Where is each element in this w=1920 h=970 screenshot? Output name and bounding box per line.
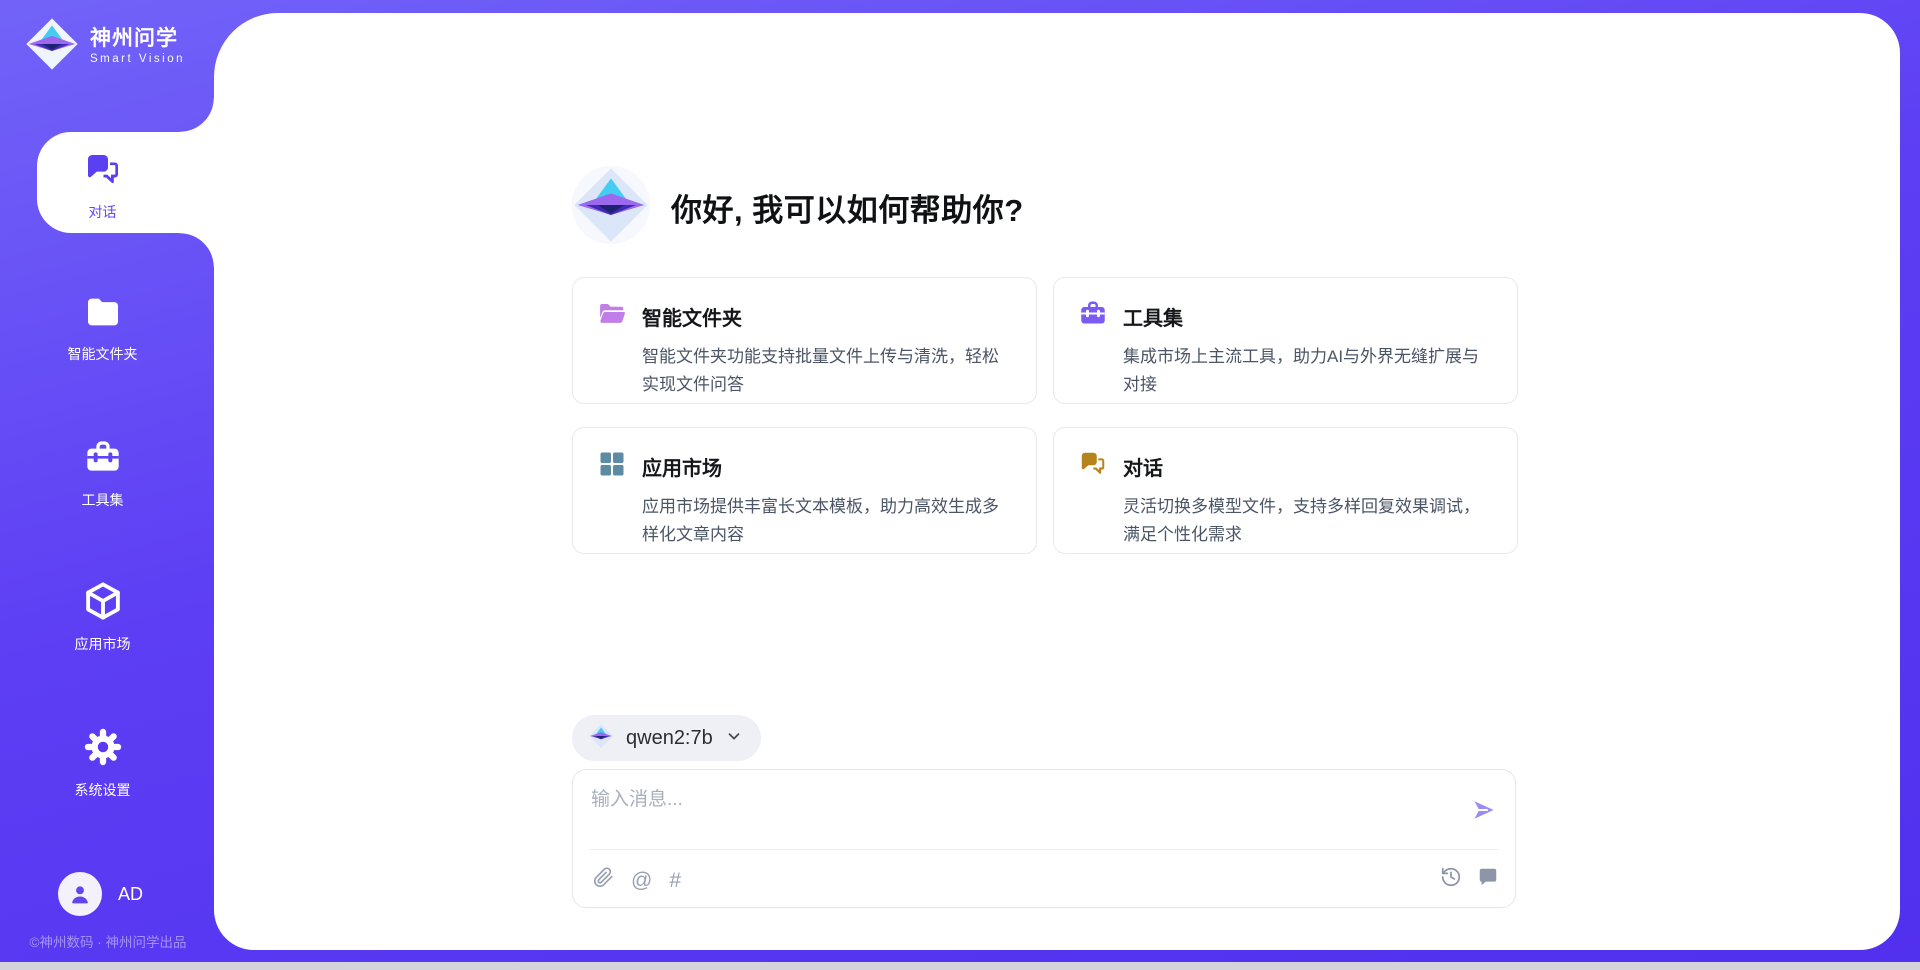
feature-cards: 智能文件夹 智能文件夹功能支持批量文件上传与清洗，轻松实现文件问答 工具集 集成…: [572, 277, 1518, 554]
history-button[interactable]: [1440, 866, 1462, 894]
horizontal-scrollbar[interactable]: [0, 962, 1920, 970]
card-smart-folder[interactable]: 智能文件夹 智能文件夹功能支持批量文件上传与清洗，轻松实现文件问答: [572, 277, 1037, 404]
avatar: [58, 872, 102, 916]
folder-icon: [83, 292, 123, 335]
mention-button[interactable]: @: [631, 869, 652, 893]
card-description: 应用市场提供丰富长文本模板，助力高效生成多样化文章内容: [642, 493, 1008, 548]
model-selector[interactable]: qwen2:7b: [572, 715, 761, 761]
card-title: 应用市场: [642, 452, 722, 481]
message-composer: @ #: [572, 769, 1516, 908]
paperclip-icon: [593, 867, 614, 894]
sidebar-item-chat[interactable]: 对话: [0, 150, 205, 222]
sidebar-item-label: 应用市场: [75, 634, 131, 654]
brand-subtitle: Smart Vision: [90, 53, 185, 66]
briefcase-icon: [1078, 299, 1108, 334]
topic-button[interactable]: #: [669, 869, 681, 893]
new-chat-button[interactable]: [1477, 866, 1499, 894]
card-description: 灵活切换多模型文件，支持多样回复效果调试，满足个性化需求: [1123, 493, 1489, 548]
briefcase-icon: [83, 438, 123, 481]
history-clock-icon: [1440, 866, 1462, 894]
card-chat[interactable]: 对话 灵活切换多模型文件，支持多样回复效果调试，满足个性化需求: [1053, 427, 1518, 554]
greeting-block: 你好, 我可以如何帮助你?: [571, 163, 1024, 252]
chat-bubbles-icon: [1078, 449, 1108, 484]
sidebar: 神州问学 Smart Vision 对话 智能文件夹: [0, 0, 214, 970]
sidebar-item-label: 工具集: [82, 490, 124, 510]
sidebar-item-app-market[interactable]: 应用市场: [0, 580, 205, 654]
chevron-down-icon: [725, 727, 743, 750]
folder-open-icon: [597, 299, 627, 334]
send-button[interactable]: [1469, 795, 1499, 825]
grid-icon: [597, 449, 627, 484]
comment-icon: [1477, 866, 1499, 894]
gear-icon: [82, 726, 124, 771]
hash-icon: #: [669, 869, 681, 893]
brand-name: 神州问学: [90, 27, 185, 50]
copyright-text: ©神州数码 · 神州问学出品: [12, 931, 204, 951]
card-title: 对话: [1123, 452, 1163, 481]
sidebar-item-smart-folder[interactable]: 智能文件夹: [0, 292, 205, 364]
card-description: 智能文件夹功能支持批量文件上传与清洗，轻松实现文件问答: [642, 343, 1008, 398]
user-profile[interactable]: AD: [58, 872, 143, 916]
assistant-diamond-icon: [571, 163, 651, 252]
chat-bubbles-icon: [83, 150, 123, 193]
brand-logo: 神州问学 Smart Vision: [24, 16, 185, 77]
sidebar-item-label: 系统设置: [75, 780, 131, 800]
cube-icon: [82, 580, 124, 625]
card-app-market[interactable]: 应用市场 应用市场提供丰富长文本模板，助力高效生成多样化文章内容: [572, 427, 1037, 554]
model-name: qwen2:7b: [626, 727, 713, 750]
sidebar-item-label: 对话: [89, 202, 117, 222]
at-sign-icon: @: [631, 869, 652, 893]
brand-diamond-icon: [24, 16, 80, 77]
card-description: 集成市场上主流工具，助力AI与外界无缝扩展与对接: [1123, 343, 1489, 398]
message-input[interactable]: [591, 784, 1451, 842]
card-title: 工具集: [1123, 302, 1183, 331]
sidebar-item-label: 智能文件夹: [68, 344, 138, 364]
sidebar-item-settings[interactable]: 系统设置: [0, 726, 205, 800]
greeting-title: 你好, 我可以如何帮助你?: [671, 185, 1024, 230]
card-title: 智能文件夹: [642, 302, 742, 331]
sidebar-item-toolset[interactable]: 工具集: [0, 438, 205, 510]
composer-divider: [589, 849, 1499, 850]
user-name: AD: [118, 884, 143, 905]
model-diamond-icon: [588, 723, 614, 754]
attach-file-button[interactable]: [593, 867, 614, 894]
card-toolset[interactable]: 工具集 集成市场上主流工具，助力AI与外界无缝扩展与对接: [1053, 277, 1518, 404]
